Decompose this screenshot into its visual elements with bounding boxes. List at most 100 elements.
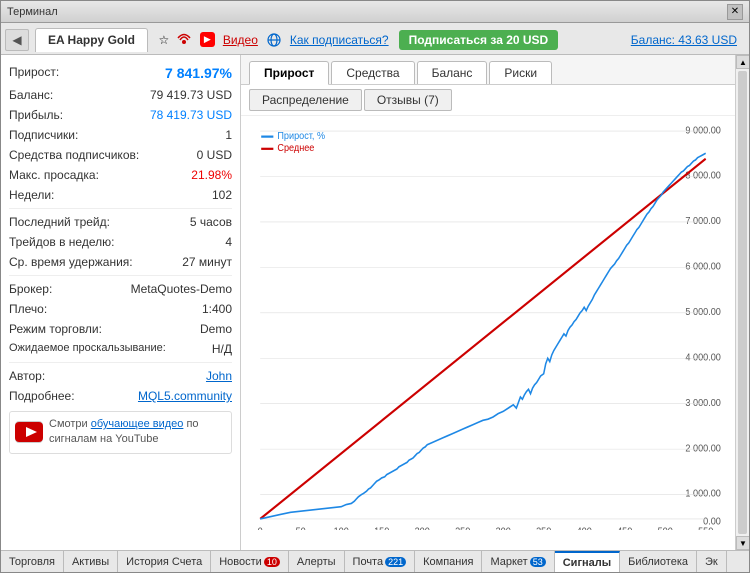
more-value[interactable]: MQL5.community bbox=[138, 387, 232, 405]
subtab-reviews[interactable]: Отзывы (7) bbox=[364, 89, 452, 111]
leverage-value: 1:400 bbox=[202, 300, 232, 318]
balance-value: 79 419.73 USD bbox=[150, 86, 232, 104]
profit-label: Прибыль: bbox=[9, 106, 63, 124]
svg-text:350: 350 bbox=[536, 526, 551, 530]
youtube-media-icon[interactable] bbox=[15, 421, 43, 443]
bottom-tab-ex[interactable]: Эк bbox=[697, 551, 727, 572]
mail-badge: 221 bbox=[385, 557, 406, 567]
svg-text:7 000.00: 7 000.00 bbox=[685, 216, 720, 227]
hold-time-value: 27 минут bbox=[182, 253, 232, 271]
growth-label: Прирост: bbox=[9, 63, 59, 84]
svg-text:6 000.00: 6 000.00 bbox=[685, 261, 720, 272]
youtube-icon[interactable]: ▶ bbox=[200, 32, 215, 47]
main-content: Прирост: 7 841.97% Баланс: 79 419.73 USD… bbox=[1, 55, 749, 550]
web-icon bbox=[266, 32, 282, 48]
nav-icons: ☆ bbox=[156, 32, 192, 48]
trade-mode-row: Режим торговли: Demo bbox=[9, 320, 232, 338]
subscribers-label: Подписчики: bbox=[9, 126, 78, 144]
broker-value: MetaQuotes-Demo bbox=[131, 280, 232, 298]
back-button[interactable]: ◀ bbox=[5, 29, 29, 51]
svg-text:Прирост, %: Прирост, % bbox=[277, 130, 325, 141]
signal-icon bbox=[176, 32, 192, 48]
trade-mode-label: Режим торговли: bbox=[9, 320, 102, 338]
weeks-label: Недели: bbox=[9, 186, 54, 204]
ea-tab[interactable]: EA Happy Gold bbox=[35, 28, 148, 52]
tab-balance[interactable]: Баланс bbox=[417, 61, 488, 84]
svg-text:150: 150 bbox=[374, 526, 389, 530]
svg-text:50: 50 bbox=[296, 526, 306, 530]
scroll-down-button[interactable]: ▼ bbox=[736, 536, 749, 550]
svg-text:1 000.00: 1 000.00 bbox=[685, 488, 720, 499]
scroll-thumb[interactable] bbox=[738, 71, 747, 534]
slippage-value: Н/Д bbox=[212, 340, 232, 358]
bottom-tab-alerts[interactable]: Алерты bbox=[289, 551, 345, 572]
leverage-row: Плечо: 1:400 bbox=[9, 300, 232, 318]
media-link[interactable]: обучающее видео bbox=[91, 418, 184, 430]
video-link[interactable]: Видео bbox=[223, 33, 258, 47]
title-bar: Терминал ✕ bbox=[1, 1, 749, 23]
star-icon[interactable]: ☆ bbox=[156, 32, 172, 48]
weeks-row: Недели: 102 bbox=[9, 186, 232, 204]
profit-row: Прибыль: 78 419.73 USD bbox=[9, 106, 232, 124]
leverage-label: Плечо: bbox=[9, 300, 47, 318]
subscribers-value: 1 bbox=[225, 126, 232, 144]
tab-growth[interactable]: Прирост bbox=[249, 61, 329, 85]
broker-row: Брокер: MetaQuotes-Demo bbox=[9, 280, 232, 298]
balance-display[interactable]: Баланс: 43.63 USD bbox=[631, 33, 737, 47]
tab-funds[interactable]: Средства bbox=[331, 61, 414, 84]
author-value[interactable]: John bbox=[206, 367, 232, 385]
trade-mode-value: Demo bbox=[200, 320, 232, 338]
growth-chart: 9 000.00 8 000.00 7 000.00 6 000.00 5 00… bbox=[245, 120, 731, 530]
subscribe-info-link[interactable]: Как подписаться? bbox=[290, 33, 389, 47]
svg-text:550: 550 bbox=[698, 526, 713, 530]
bottom-tab-trading[interactable]: Торговля bbox=[1, 551, 64, 572]
bottom-tab-assets[interactable]: Активы bbox=[64, 551, 118, 572]
svg-text:450: 450 bbox=[617, 526, 632, 530]
svg-text:500: 500 bbox=[658, 526, 673, 530]
bottom-tab-mail[interactable]: Почта 221 bbox=[345, 551, 416, 572]
broker-label: Брокер: bbox=[9, 280, 52, 298]
media-section: Смотри обучающее видео по сигналам на Yo… bbox=[9, 411, 232, 454]
drawdown-label: Макс. просадка: bbox=[9, 166, 99, 184]
svg-text:Среднее: Среднее bbox=[277, 143, 314, 154]
last-trade-label: Последний трейд: bbox=[9, 213, 110, 231]
author-row: Автор: John bbox=[9, 367, 232, 385]
more-label: Подробнее: bbox=[9, 387, 75, 405]
weeks-value: 102 bbox=[212, 186, 232, 204]
slippage-label: Ожидаемое проскальзывание: bbox=[9, 340, 166, 358]
balance-row: Баланс: 79 419.73 USD bbox=[9, 86, 232, 104]
bottom-tab-market[interactable]: Маркет 53 bbox=[482, 551, 554, 572]
media-text: Смотри обучающее видео по сигналам на Yo… bbox=[49, 417, 226, 448]
funds-row: Средства подписчиков: 0 USD bbox=[9, 146, 232, 164]
subscribe-button[interactable]: Подписаться за 20 USD bbox=[399, 30, 559, 50]
svg-text:3 000.00: 3 000.00 bbox=[685, 398, 720, 409]
subtab-distribution[interactable]: Распределение bbox=[249, 89, 362, 111]
bottom-tab-company[interactable]: Компания bbox=[415, 551, 482, 572]
tab-nav: ◀ EA Happy Gold ☆ ▶ Видео Как подписатьс… bbox=[1, 23, 749, 55]
slippage-row: Ожидаемое проскальзывание: Н/Д bbox=[9, 340, 232, 358]
trades-week-row: Трейдов в неделю: 4 bbox=[9, 233, 232, 251]
close-button[interactable]: ✕ bbox=[727, 4, 743, 20]
funds-value: 0 USD bbox=[197, 146, 232, 164]
svg-text:4 000.00: 4 000.00 bbox=[685, 352, 720, 363]
svg-text:5 000.00: 5 000.00 bbox=[685, 307, 720, 318]
bottom-tab-history[interactable]: История Счета bbox=[118, 551, 211, 572]
author-label: Автор: bbox=[9, 367, 45, 385]
content-tabs: Прирост Средства Баланс Риски bbox=[241, 55, 735, 85]
window-title: Терминал bbox=[7, 6, 58, 18]
tab-risks[interactable]: Риски bbox=[489, 61, 552, 84]
bottom-tab-library[interactable]: Библиотека bbox=[620, 551, 697, 572]
bottom-tab-signals[interactable]: Сигналы bbox=[555, 551, 620, 572]
chart-area: 9 000.00 8 000.00 7 000.00 6 000.00 5 00… bbox=[241, 116, 735, 550]
growth-row: Прирост: 7 841.97% bbox=[9, 63, 232, 84]
svg-text:250: 250 bbox=[455, 526, 470, 530]
scrollbar: ▲ ▼ bbox=[735, 55, 749, 550]
svg-text:100: 100 bbox=[334, 526, 349, 530]
hold-time-row: Ср. время удержания: 27 минут bbox=[9, 253, 232, 271]
bottom-bar: Торговля Активы История Счета Новости 10… bbox=[1, 550, 749, 572]
svg-text:400: 400 bbox=[577, 526, 592, 530]
scroll-up-button[interactable]: ▲ bbox=[736, 55, 749, 69]
bottom-tab-news[interactable]: Новости 10 bbox=[211, 551, 289, 572]
growth-value: 7 841.97% bbox=[165, 63, 232, 84]
svg-text:2 000.00: 2 000.00 bbox=[685, 443, 720, 454]
